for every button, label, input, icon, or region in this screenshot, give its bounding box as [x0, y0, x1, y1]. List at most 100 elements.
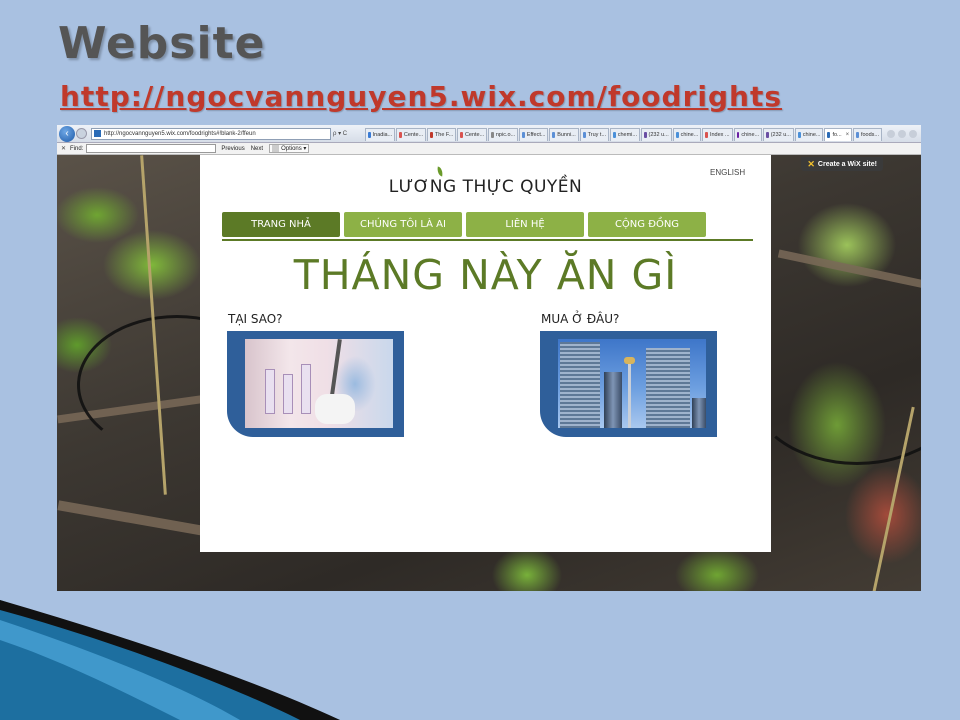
building: [646, 348, 690, 428]
tab-label: Cente...: [464, 132, 485, 138]
tab-label: Index ...: [709, 132, 730, 138]
site-logo[interactable]: LƯƠNG THỰC QUYỀN: [200, 177, 771, 197]
test-tube: [283, 374, 293, 414]
tab-strip: Inadia... Cente... The F... Cente... npic.o.…: [365, 126, 883, 141]
browser-tab[interactable]: chine...: [733, 128, 763, 141]
tab-favicon-icon: [675, 132, 679, 138]
tab-favicon-icon: [613, 132, 616, 138]
decorative-swoosh: [0, 600, 340, 720]
browser-tab[interactable]: npic.o...: [488, 128, 519, 141]
wix-badge-label: Create a WiX site!: [817, 160, 877, 168]
tab-label: The F...: [434, 132, 454, 138]
leaf-logo-icon: [436, 166, 444, 177]
tab-favicon-icon: [368, 132, 371, 138]
tab-label: chine...: [680, 132, 699, 138]
garden-bed-edge: [777, 249, 921, 289]
tab-favicon-icon: [582, 132, 586, 138]
find-close-icon[interactable]: ✕: [61, 145, 66, 152]
browser-tab[interactable]: chemi...: [610, 128, 640, 141]
find-options-label: Options ▾: [281, 146, 307, 152]
building: [604, 372, 622, 428]
section-label-where: MUA Ở ĐÂU?: [541, 312, 620, 326]
nav-lien-he[interactable]: LIÊN HỆ: [466, 212, 584, 237]
tab-label: npic.o...: [495, 132, 516, 138]
tab-label: fo...: [832, 132, 842, 138]
garden-hose: [747, 305, 921, 465]
tab-label: foods...: [860, 132, 879, 138]
browser-screenshot: ‹ http://ngocvannguyen5.wix.com/foodrigh…: [57, 125, 921, 591]
site-favicon-icon: [94, 130, 101, 137]
browser-tab[interactable]: (232 u...: [763, 128, 794, 141]
nav-cong-dong[interactable]: CỘNG ĐỒNG: [588, 212, 706, 237]
browser-tab[interactable]: (232 u...: [640, 128, 672, 141]
tab-label: Inadia...: [372, 132, 393, 138]
site-nav: TRANG NHẢ CHÚNG TÔI LÀ AI LIÊN HỆ CỘNG Đ…: [222, 212, 706, 237]
tab-favicon-icon: [430, 132, 433, 138]
browser-tab[interactable]: fo... ×: [824, 128, 853, 141]
pen-icon: [272, 145, 280, 152]
browser-tab[interactable]: Index ...: [702, 128, 733, 141]
building: [560, 342, 600, 428]
nav-chung-toi-la-ai[interactable]: CHÚNG TÔI LÀ AI: [344, 212, 462, 237]
find-next-button[interactable]: Next: [251, 146, 263, 152]
browser-tab[interactable]: Cente...: [457, 128, 488, 141]
tab-label: chine...: [802, 132, 821, 138]
browser-tab[interactable]: Inadia...: [365, 128, 396, 141]
slide-title: Website: [58, 18, 266, 69]
tab-favicon-icon: [797, 132, 801, 138]
tab-label: Cente...: [403, 132, 424, 138]
tower-turret: [624, 357, 635, 364]
browser-tab[interactable]: The F...: [427, 128, 457, 141]
tab-favicon-icon: [856, 132, 859, 138]
tab-label: (232 u...: [770, 132, 791, 138]
tab-favicon-icon: [705, 132, 708, 138]
browser-tab[interactable]: Bunni...: [549, 128, 579, 141]
favorites-star-icon[interactable]: [898, 129, 906, 138]
wix-x-icon: ✕: [807, 158, 815, 169]
nav-trang-nha[interactable]: TRANG NHẢ: [222, 212, 340, 237]
find-options-button[interactable]: Options ▾: [269, 144, 310, 153]
browser-tab[interactable]: Truy t...: [579, 128, 610, 141]
find-label: Find:: [70, 145, 84, 152]
site-content-panel: ENGLISH LƯƠNG THỰC QUYỀN TRANG NHẢ CHÚNG…: [200, 155, 771, 552]
tab-label: Truy t...: [587, 132, 607, 138]
slide-link[interactable]: http://ngocvannguyen5.wix.com/foodrights: [60, 80, 782, 113]
section-label-why: TẠI SAO?: [228, 312, 283, 326]
city-photo: [558, 339, 706, 428]
tab-favicon-icon: [460, 132, 463, 138]
where-image-card[interactable]: [540, 331, 717, 437]
why-image-card[interactable]: [227, 331, 404, 437]
back-button[interactable]: ‹: [59, 125, 75, 142]
tab-favicon-icon: [736, 132, 740, 138]
browser-tab[interactable]: Cente...: [396, 128, 427, 141]
find-input[interactable]: [86, 144, 217, 153]
tab-favicon-icon: [399, 132, 402, 138]
nav-divider: [222, 239, 753, 241]
tab-favicon-icon: [827, 132, 831, 138]
forward-button[interactable]: [76, 128, 87, 139]
tab-label: chemi...: [617, 132, 637, 138]
browser-toolbar-icons: [887, 129, 917, 138]
url-field[interactable]: http://ngocvannguyen5.wix.com/foodrights…: [91, 127, 331, 140]
browser-tab[interactable]: foods...: [853, 128, 882, 141]
tab-label: Bunni...: [557, 132, 576, 138]
address-bar: ‹ http://ngocvannguyen5.wix.com/foodrigh…: [57, 125, 921, 143]
page-headline: THÁNG NÀY ĂN GÌ: [293, 251, 678, 299]
url-text: http://ngocvannguyen5.wix.com/foodrights…: [104, 130, 256, 137]
url-controls[interactable]: ρ ▾ C: [333, 130, 363, 137]
settings-gear-icon[interactable]: [909, 129, 917, 138]
language-link[interactable]: ENGLISH: [710, 168, 745, 177]
browser-tab[interactable]: Effect...: [519, 128, 549, 141]
find-previous-button[interactable]: Previous: [221, 146, 244, 152]
tab-favicon-icon: [552, 132, 556, 138]
browser-tab[interactable]: chine...: [672, 128, 702, 141]
browser-tab[interactable]: chine...: [794, 128, 824, 141]
tab-label: (232 u...: [648, 132, 669, 138]
home-icon[interactable]: [887, 129, 895, 138]
create-wix-site-badge[interactable]: ✕ Create a WiX site!: [801, 157, 883, 171]
tower-mast: [628, 358, 631, 428]
test-tube: [301, 364, 311, 414]
building: [692, 398, 706, 428]
tab-close-icon[interactable]: ×: [846, 129, 850, 141]
tab-favicon-icon: [766, 132, 769, 138]
